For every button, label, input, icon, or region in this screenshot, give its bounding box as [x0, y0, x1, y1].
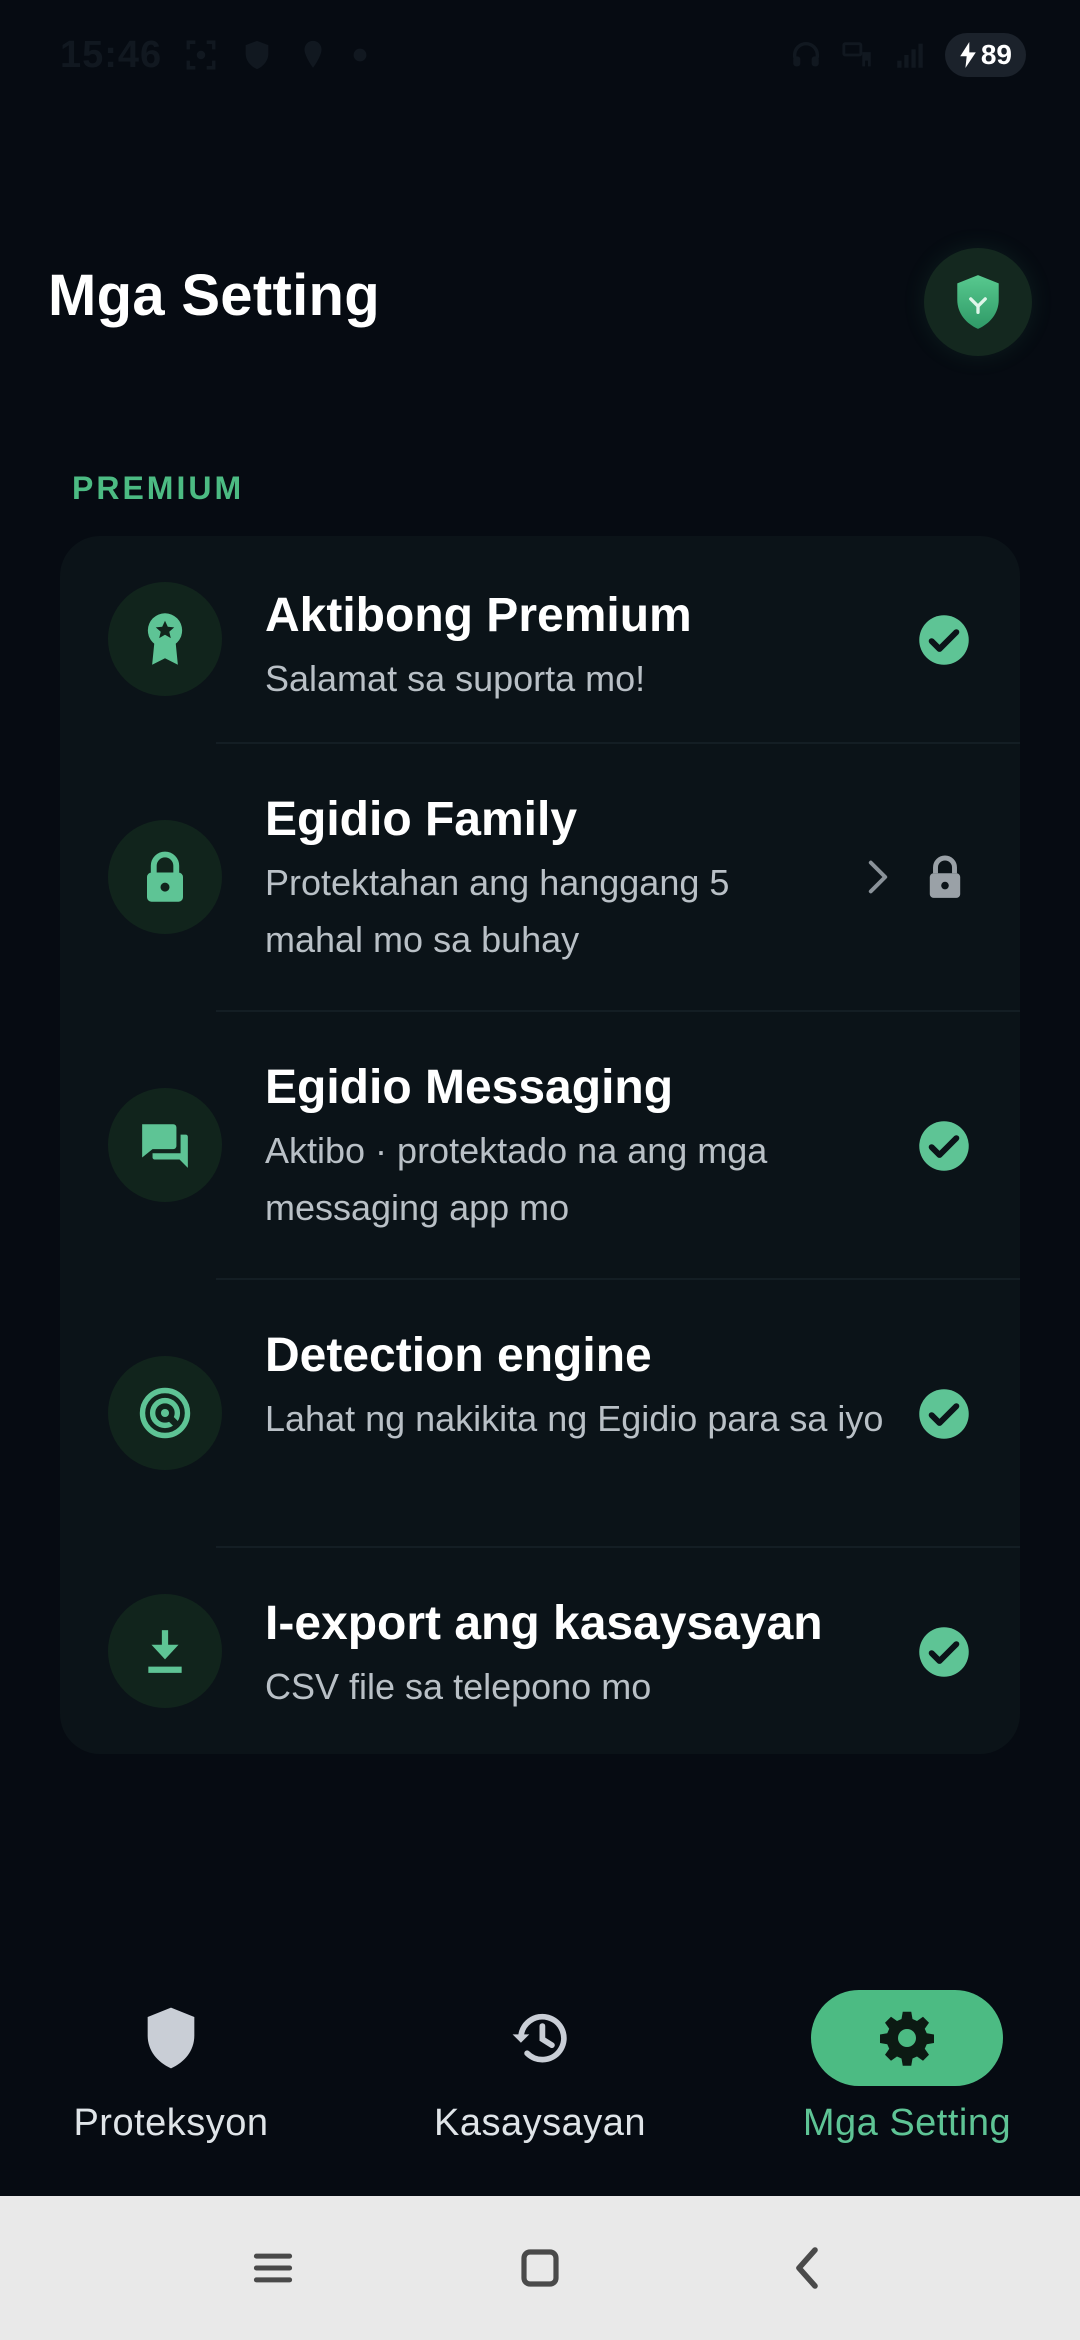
list-item-export-history[interactable]: I-export ang kasaysayan CSV file sa tele… [60, 1548, 1020, 1754]
bottom-navigation: Proteksyon Kasaysayan Mga Setting [0, 1960, 1080, 2196]
gear-icon [811, 1990, 1003, 2086]
item-subtitle: Salamat sa suporta mo! [265, 658, 646, 699]
back-button[interactable] [767, 2228, 847, 2308]
award-badge-icon [108, 582, 222, 696]
nav-label: Mga Setting [802, 2102, 1012, 2144]
nav-item-mga-setting[interactable]: Mga Setting [757, 1960, 1057, 2196]
list-item-detection-engine[interactable]: Detection engine Lahat ng nakikita ng Eg… [60, 1280, 1020, 1546]
status-bar-right: 89 [789, 33, 1026, 77]
list-item-egidio-family[interactable]: Egidio Family Protektahan ang hanggang 5… [60, 744, 1020, 1010]
lock-icon [108, 820, 222, 934]
check-circle-icon [914, 610, 974, 670]
nav-item-kasaysayan[interactable]: Kasaysayan [390, 1960, 690, 2196]
item-title: Aktibong Premium [265, 589, 692, 642]
dot-icon [353, 48, 367, 62]
check-circle-icon [914, 1622, 974, 1682]
list-item-aktibong-premium[interactable]: Aktibong Premium Salamat sa suporta mo! [60, 536, 1020, 742]
status-bar: 15:46 89 [0, 0, 1080, 110]
item-subtitle: CSV file sa telepono mo [265, 1666, 652, 1707]
home-button[interactable] [500, 2228, 580, 2308]
battery-indicator: 89 [944, 33, 1026, 77]
item-title: I-export ang kasaysayan [265, 1597, 823, 1650]
nav-label: Kasaysayan [433, 2102, 646, 2144]
settings-screen: 15:46 89 Mga Setting PREMIUM Aktibong Pr… [0, 0, 1080, 2340]
shield-logo-icon[interactable] [924, 248, 1032, 356]
check-circle-icon [914, 1116, 974, 1176]
system-navigation-bar [0, 2196, 1080, 2340]
history-icon [444, 1990, 636, 2086]
battery-level: 89 [980, 39, 1012, 70]
network-icon [842, 42, 871, 67]
item-title: Detection engine [265, 1329, 652, 1382]
chevron-left-icon [795, 2247, 818, 2289]
item-title: Egidio Family [265, 793, 578, 846]
target-icon [108, 1356, 222, 1470]
square-icon [521, 2249, 559, 2287]
locked-status-icon [920, 848, 970, 906]
premium-card: Aktibong Premium Salamat sa suporta mo! [60, 536, 1020, 1754]
item-subtitle: Lahat ng nakikita ng Egidio para sa iyo [265, 1398, 884, 1439]
status-time: 15:46 [60, 33, 163, 76]
recent-apps-button[interactable] [233, 2228, 313, 2308]
shield-icon [75, 1990, 267, 2086]
list-item-text: I-export ang kasaysayan CSV file sa tele… [265, 1594, 925, 1715]
list-item-text: Aktibong Premium Salamat sa suporta mo! [265, 586, 925, 707]
item-title: Egidio Messaging [265, 1061, 674, 1114]
list-item-text: Egidio Messaging Aktibo · protektado na … [265, 1058, 925, 1236]
charging-bolt-icon [960, 42, 976, 68]
item-subtitle: Protektahan ang hanggang 5 mahal mo sa b… [265, 862, 730, 960]
list-item-egidio-messaging[interactable]: Egidio Messaging Aktibo · protektado na … [60, 1012, 1020, 1278]
list-item-text: Detection engine Lahat ng nakikita ng Eg… [265, 1326, 925, 1447]
signal-icon [897, 43, 923, 68]
screenshot-icon [186, 40, 216, 70]
nav-label: Proteksyon [73, 2102, 269, 2144]
chevron-right-icon [858, 852, 898, 902]
chat-bubbles-icon [108, 1088, 222, 1202]
item-subtitle: Aktibo · protektado na ang mga messaging… [265, 1130, 768, 1228]
section-label-premium: PREMIUM [72, 470, 245, 506]
page-title: Mga Setting [48, 263, 380, 328]
location-icon [304, 40, 322, 68]
shield-status-icon [245, 40, 269, 70]
status-bar-left: 15:46 [60, 34, 368, 77]
download-icon [108, 1594, 222, 1708]
headset-icon [792, 42, 819, 67]
menu-icon [254, 2253, 293, 2283]
check-circle-icon [914, 1384, 974, 1444]
nav-item-proteksyon[interactable]: Proteksyon [21, 1960, 321, 2196]
shield-logo-glyph [957, 275, 999, 329]
list-item-text: Egidio Family Protektahan ang hanggang 5… [265, 790, 925, 968]
